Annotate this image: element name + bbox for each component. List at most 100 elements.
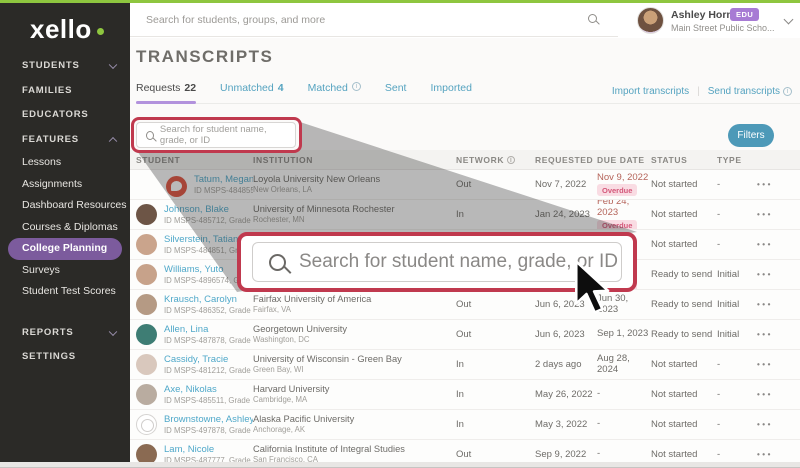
- ellipsis-icon: [757, 390, 773, 399]
- institution-cell: Alaska Pacific UniversityAnchorage, AK: [253, 410, 456, 439]
- column-header-institution: INSTITUTION: [253, 155, 456, 165]
- status-cell: Not started: [651, 230, 717, 259]
- sidebar-item-label: REPORTS: [22, 327, 74, 338]
- sidebar-item-college-planning[interactable]: College Planning: [8, 238, 122, 260]
- row-actions-button[interactable]: [757, 410, 794, 439]
- user-organization: Main Street Public Scho...: [671, 23, 775, 33]
- institution-name: University of Minnesota Rochester: [253, 204, 456, 215]
- magnified-search-placeholder: Search for student name, grade, or ID: [299, 251, 618, 273]
- institution-name: California Institute of Integral Studies: [253, 444, 456, 455]
- institution-location: Fairfax, VA: [253, 305, 456, 314]
- sidebar-item-features[interactable]: FEATURES: [0, 128, 130, 153]
- row-actions-button[interactable]: [757, 230, 794, 259]
- ellipsis-icon: [757, 180, 773, 189]
- student-cell: Silverstein, TatianaID MSPS-484851, Grad…: [136, 230, 253, 259]
- sidebar-item-label: Dashboard Resources: [22, 199, 126, 211]
- institution-name: Harvard University: [253, 384, 456, 395]
- due-date-cell: -: [597, 410, 651, 439]
- student-name-link[interactable]: Lam, Nicole: [164, 444, 253, 455]
- import-transcripts-link[interactable]: Import transcripts: [612, 86, 689, 97]
- sidebar-item-lessons[interactable]: Lessons: [0, 152, 130, 174]
- edu-badge: EDU: [730, 8, 759, 21]
- student-name-link[interactable]: Krausch, Carolyn: [164, 294, 253, 305]
- mouse-cursor-icon: [575, 260, 617, 314]
- ellipsis-icon: [757, 450, 773, 459]
- global-search-placeholder: Search for students, groups, and more: [146, 14, 325, 26]
- student-text: Brownstowne, AshleyID MSPS-497878, Grade…: [164, 414, 253, 435]
- student-text: Allen, LinaID MSPS-487878, Grade 12: [164, 324, 253, 345]
- tab-label: Requests: [136, 82, 180, 94]
- row-actions-button[interactable]: [757, 350, 794, 379]
- sidebar-item-label: Courses & Diplomas: [22, 221, 118, 233]
- tab-imported[interactable]: Imported: [430, 82, 471, 103]
- institution-location: Cambridge, MA: [253, 395, 456, 404]
- overdue-badge: Overdue: [597, 220, 637, 229]
- filters-button[interactable]: Filters: [728, 124, 774, 147]
- row-actions-button[interactable]: [757, 200, 794, 229]
- institution-location: Rochester, MN: [253, 215, 456, 224]
- network-cell: In: [456, 410, 535, 439]
- sidebar-item-surveys[interactable]: Surveys: [0, 260, 130, 282]
- institution-location: Washington, DC: [253, 335, 456, 344]
- tab-requests[interactable]: Requests22: [136, 82, 196, 103]
- institution-name: Georgetown University: [253, 324, 456, 335]
- student-name-link[interactable]: Allen, Lina: [164, 324, 253, 335]
- tab-matched[interactable]: Matched: [308, 82, 361, 103]
- row-actions-button[interactable]: [757, 290, 794, 319]
- student-cell: Johnson, BlakeID MSPS-485712, Grade 12: [136, 200, 253, 229]
- avatar: [136, 294, 157, 315]
- user-menu[interactable]: Ashley Horn EDU Main Street Public Scho.…: [630, 3, 800, 38]
- row-actions-button[interactable]: [757, 380, 794, 409]
- student-name-link[interactable]: Brownstowne, Ashley: [164, 414, 253, 425]
- tab-sent[interactable]: Sent: [385, 82, 407, 103]
- sidebar-item-student-test-scores[interactable]: Student Test Scores: [0, 281, 130, 303]
- sidebar-item-label: SETTINGS: [22, 351, 76, 362]
- sidebar-item-courses-diplomas[interactable]: Courses & Diplomas: [0, 217, 130, 239]
- ellipsis-icon: [757, 360, 773, 369]
- row-actions-button[interactable]: [757, 170, 794, 199]
- sidebar-item-families[interactable]: FAMILIES: [0, 79, 130, 104]
- send-transcripts-link[interactable]: Send transcripts: [708, 86, 792, 97]
- type-cell: Initial: [717, 320, 757, 349]
- institution-cell: University of Minnesota RochesterRochest…: [253, 200, 456, 229]
- sidebar-item-assignments[interactable]: Assignments: [0, 174, 130, 196]
- due-date-cell: Sep 1, 2023: [597, 320, 651, 349]
- due-date-cell: Aug 28, 2024: [597, 350, 651, 379]
- avatar: [136, 234, 157, 255]
- divider: |: [697, 86, 700, 97]
- student-name-link[interactable]: Johnson, Blake: [164, 204, 253, 215]
- tab-unmatched[interactable]: Unmatched4: [220, 82, 284, 103]
- table-row: Johnson, BlakeID MSPS-485712, Grade 12Un…: [130, 200, 800, 230]
- student-name-link[interactable]: Cassidy, Tracie: [164, 354, 253, 365]
- type-cell: -: [717, 380, 757, 409]
- ellipsis-icon: [757, 270, 773, 279]
- student-cell: Cassidy, TracieID MSPS-481212, Grade 12: [136, 350, 253, 379]
- sidebar-item-settings[interactable]: SETTINGS: [0, 345, 130, 370]
- chevron-down-icon: [109, 61, 117, 69]
- send-transcripts-label: Send transcripts: [708, 86, 780, 97]
- school-logo-avatar: [166, 176, 187, 197]
- row-actions-button[interactable]: [757, 320, 794, 349]
- sidebar-item-students[interactable]: STUDENTS: [0, 54, 130, 79]
- row-actions-button[interactable]: [757, 260, 794, 289]
- avatar: [637, 7, 664, 34]
- window-bottom-edge: [0, 462, 800, 468]
- sidebar-item-reports[interactable]: REPORTS: [0, 321, 130, 346]
- sidebar-item-dashboard-resources[interactable]: Dashboard Resources: [0, 195, 130, 217]
- requested-cell: May 26, 2022: [535, 380, 597, 409]
- transcript-requests-table: STUDENTINSTITUTIONNETWORKREQUESTEDDUE DA…: [130, 150, 800, 468]
- type-cell: -: [717, 200, 757, 229]
- magnified-search-input[interactable]: Search for student name, grade, or ID: [252, 242, 622, 282]
- search-icon: [588, 14, 597, 23]
- sidebar-item-label: FEATURES: [22, 134, 79, 145]
- sidebar-item-label: STUDENTS: [22, 60, 80, 71]
- institution-cell: Loyola University New OrleansNew Orleans…: [253, 170, 456, 199]
- sidebar-nav: STUDENTS FAMILIESEDUCATORS FEATURES Lessons…: [0, 54, 130, 370]
- sidebar-item-educators[interactable]: EDUCATORS: [0, 103, 130, 128]
- student-name-link[interactable]: Axe, Nikolas: [164, 384, 253, 395]
- student-search-input[interactable]: Search for student name, grade, or ID: [136, 122, 296, 148]
- student-name-link[interactable]: Tatum, Megan: [194, 174, 253, 185]
- global-search-input[interactable]: Search for students, groups, and more: [130, 3, 618, 37]
- table-row: Cassidy, TracieID MSPS-481212, Grade 12U…: [130, 350, 800, 380]
- page-title: TRANSCRIPTS: [136, 47, 273, 67]
